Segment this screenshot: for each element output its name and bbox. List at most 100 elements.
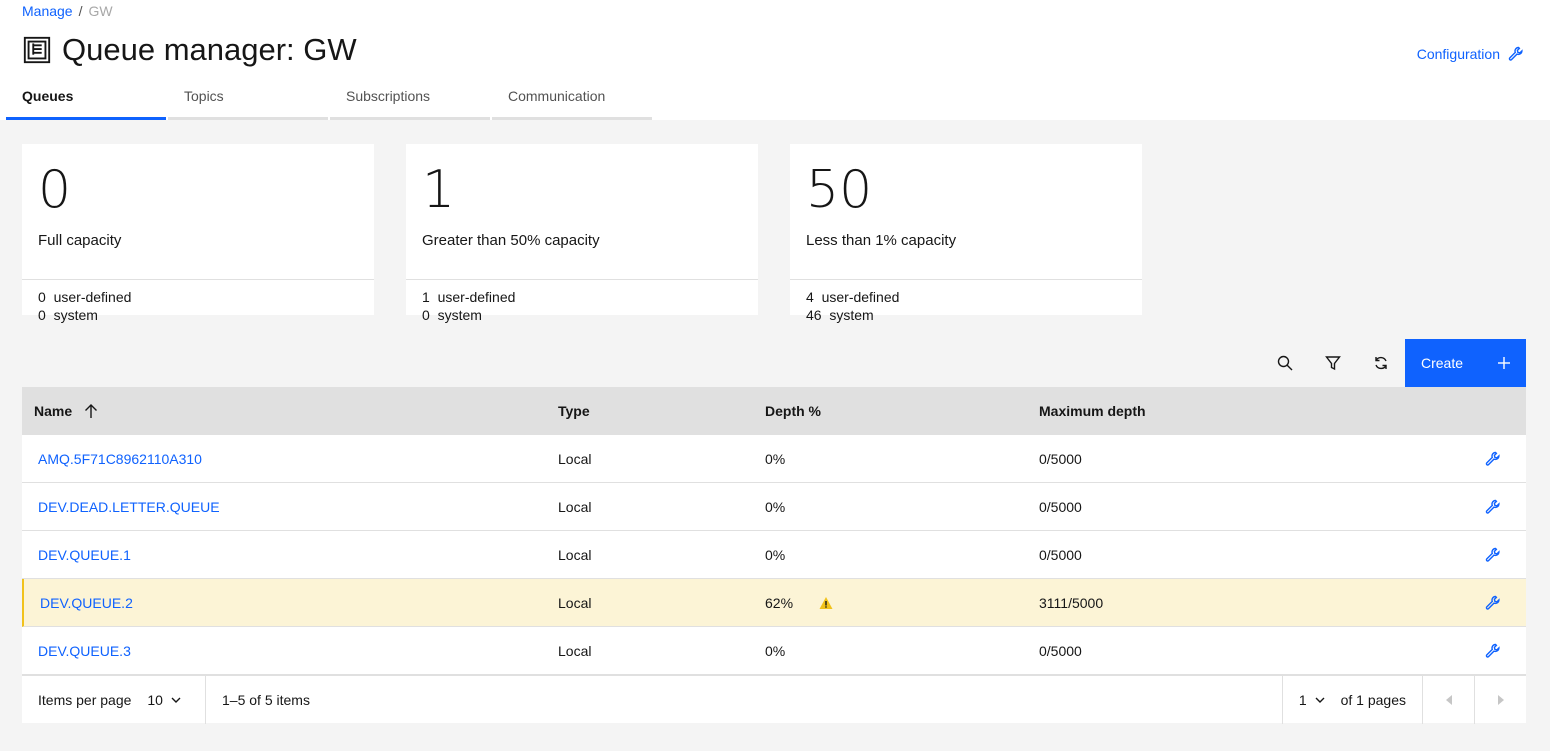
pagination: Items per page 10 1–5 of 5 items 1 of 1 … [22, 675, 1526, 724]
queue-depth-percent: 0% [765, 498, 786, 515]
items-per-page: Items per page 10 [22, 675, 206, 724]
queue-name-link[interactable]: DEV.DEAD.LETTER.QUEUE [38, 499, 220, 515]
queue-type: Local [558, 546, 592, 563]
wrench-icon [1485, 499, 1500, 514]
create-button[interactable]: Create [1405, 339, 1526, 387]
caret-right-icon [1497, 694, 1504, 705]
user-label: user-defined [437, 289, 516, 305]
chevron-down-icon [1315, 697, 1325, 703]
next-page-button[interactable] [1474, 675, 1526, 724]
tile-label: Less than 1% capacity [806, 232, 957, 249]
title-row: Queue manager: GW [22, 32, 357, 68]
user-count: 0 [38, 289, 46, 305]
table-row: AMQ.5F71C8962110A310 Local 0% 0/5000 [22, 435, 1526, 483]
queue-max-depth: 3111/5000 [1039, 594, 1104, 611]
table-toolbar: Create [22, 339, 1526, 387]
page-title: Queue manager: GW [62, 32, 357, 67]
filter-icon [1325, 356, 1341, 371]
queue-type: Local [558, 450, 592, 467]
wrench-icon [1485, 595, 1500, 610]
queue-depth-cell: 62% [765, 595, 1039, 611]
row-configure-button[interactable] [1459, 547, 1526, 563]
items-per-page-label: Items per page [38, 691, 132, 708]
warning-icon [819, 596, 833, 609]
tile-breakdown: 1 user-defined 0 system [406, 280, 758, 324]
wrench-icon [1485, 643, 1500, 658]
row-configure-button[interactable] [1459, 499, 1526, 515]
caret-left-icon [1445, 694, 1452, 705]
table-row: DEV.QUEUE.3 Local 0% 0/5000 [22, 627, 1526, 675]
user-label: user-defined [53, 289, 132, 305]
max-depth-column-header[interactable]: Maximum depth [1039, 403, 1459, 419]
tile-value: 1 [422, 160, 456, 220]
user-count: 1 [422, 289, 430, 305]
tab-topics[interactable]: Topics [168, 80, 328, 120]
refresh-button[interactable] [1357, 339, 1405, 387]
configuration-link[interactable]: Configuration [1417, 46, 1524, 62]
queue-type: Local [558, 594, 592, 611]
breadcrumb-separator: / [78, 3, 83, 19]
row-configure-button[interactable] [1459, 643, 1526, 659]
queue-max-depth: 0/5000 [1039, 498, 1082, 515]
tile-label: Full capacity [38, 232, 122, 249]
column-header-label: Name [34, 403, 73, 419]
tab-queues[interactable]: Queues [6, 80, 166, 120]
search-icon [1277, 355, 1293, 371]
queue-max-depth: 0/5000 [1039, 450, 1082, 467]
refresh-icon [1375, 356, 1387, 370]
system-count: 0 [38, 307, 46, 323]
capacity-tiles: 0 Full capacity 0 user-defined 0 system … [22, 144, 1142, 323]
queue-max-depth: 0/5000 [1039, 642, 1082, 659]
queue-type: Local [558, 642, 592, 659]
tile-over-50-capacity: 1 Greater than 50% capacity 1 user-defin… [406, 144, 758, 323]
items-per-page-select[interactable]: 10 [147, 692, 181, 708]
items-range: 1–5 of 5 items [222, 691, 310, 708]
tile-value: 50 [806, 160, 873, 220]
system-label: system [53, 307, 98, 323]
tab-list: Queues Topics Subscriptions Communicatio… [6, 80, 654, 120]
queue-name-link[interactable]: AMQ.5F71C8962110A310 [38, 451, 202, 467]
type-column-header[interactable]: Type [558, 403, 765, 419]
breadcrumb-manage-link[interactable]: Manage [22, 3, 73, 19]
tile-breakdown: 4 user-defined 46 system [790, 280, 1142, 324]
tab-subscriptions[interactable]: Subscriptions [330, 80, 490, 120]
document-list-icon [23, 36, 51, 64]
filter-button[interactable] [1309, 339, 1357, 387]
queue-name-link[interactable]: DEV.QUEUE.1 [38, 547, 131, 563]
page-header: Manage / GW Queue manager: GW Configurat… [0, 0, 1550, 120]
system-count: 0 [422, 307, 430, 323]
tile-full-capacity: 0 Full capacity 0 user-defined 0 system [22, 144, 374, 323]
row-configure-button[interactable] [1459, 595, 1526, 611]
page-count: of 1 pages [1340, 691, 1406, 708]
queue-depth-percent: 0% [765, 546, 786, 563]
tile-value: 0 [38, 160, 72, 220]
wrench-icon [1508, 46, 1523, 61]
row-configure-button[interactable] [1459, 451, 1526, 467]
queue-name-link[interactable]: DEV.QUEUE.3 [38, 643, 131, 659]
arrow-up-icon [85, 404, 98, 418]
system-count: 46 [806, 307, 822, 323]
tile-label: Greater than 50% capacity [422, 232, 600, 249]
queue-depth-percent: 0% [765, 642, 786, 659]
queue-max-depth: 0/5000 [1039, 546, 1082, 563]
previous-page-button[interactable] [1422, 675, 1474, 724]
tab-communication[interactable]: Communication [492, 80, 652, 120]
queue-name-link[interactable]: DEV.QUEUE.2 [40, 595, 133, 611]
system-label: system [437, 307, 482, 323]
name-column-header[interactable]: Name [22, 403, 558, 419]
depth-column-header[interactable]: Depth % [765, 403, 1039, 419]
add-icon [1498, 357, 1510, 369]
tile-under-1-capacity: 50 Less than 1% capacity 4 user-defined … [790, 144, 1142, 323]
queue-type: Local [558, 498, 592, 515]
items-per-page-value: 10 [147, 691, 163, 708]
create-button-label: Create [1421, 355, 1464, 371]
table-row: DEV.DEAD.LETTER.QUEUE Local 0% 0/5000 [22, 483, 1526, 531]
wrench-icon [1485, 547, 1500, 562]
page-controls: 1 of 1 pages [1281, 675, 1526, 724]
search-button[interactable] [1261, 339, 1309, 387]
queue-depth-percent: 0% [765, 450, 786, 467]
page-number: 1 [1298, 691, 1307, 708]
table-row-warning: DEV.QUEUE.2 Local 62% 3111/5000 [22, 579, 1526, 627]
queues-table: Name Type Depth % Maximum depth AMQ.5F71… [22, 387, 1526, 724]
page-select[interactable]: 1 [1281, 675, 1341, 724]
